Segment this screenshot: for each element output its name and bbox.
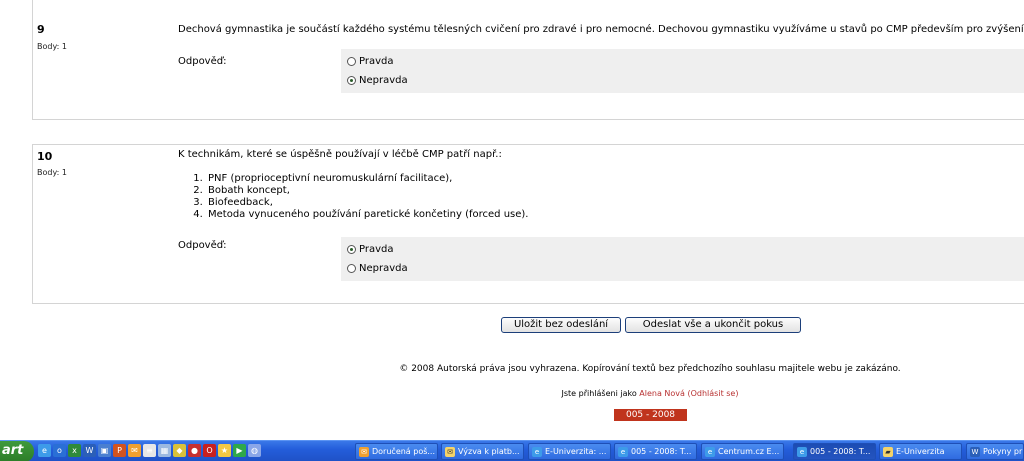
taskbar-button[interactable]: e E-Univerzita: ... (528, 443, 611, 460)
list-item: Biofeedback, (206, 197, 528, 209)
option-nepravda[interactable]: Nepravda (347, 73, 408, 87)
shield-icon[interactable]: ◆ (173, 444, 186, 457)
notes-icon[interactable]: ≡ (143, 444, 156, 457)
window-icon[interactable]: ▣ (98, 444, 111, 457)
play-icon[interactable]: ▶ (233, 444, 246, 457)
excel-icon[interactable]: x (68, 444, 81, 457)
task-label: 005 - 2008: T... (631, 447, 692, 456)
question-points: Body: 1 (37, 42, 67, 51)
option-nepravda[interactable]: Nepravda (347, 261, 408, 275)
task-label: Centrum.cz E... (718, 447, 780, 456)
radio-button[interactable] (347, 263, 356, 273)
option-label: Nepravda (359, 262, 408, 274)
radio-button-checked[interactable] (347, 75, 356, 85)
ie-icon[interactable]: e (38, 444, 51, 457)
option-pravda[interactable]: Pravda (347, 54, 394, 68)
taskbar-button[interactable]: ✉ Výzva k platb... (441, 443, 524, 460)
taskbar-button[interactable]: W Pokyny pr (966, 443, 1024, 460)
task-label: E-Univerzita: ... (545, 447, 607, 456)
login-info: Jste přihlášeni jako Alena Nová (Odhlási… (0, 389, 1024, 398)
option-label: Nepravda (359, 74, 408, 86)
option-pravda[interactable]: Pravda (347, 242, 394, 256)
logout-paren-close: ) (735, 389, 739, 398)
question-number: 10 (37, 150, 53, 163)
radio-button-checked[interactable] (347, 244, 356, 254)
question-points: Body: 1 (37, 168, 67, 177)
question-text: K technikám, které se úspěšně používají … (178, 149, 502, 160)
user-link[interactable]: Alena Nová (639, 389, 685, 398)
taskbar-button[interactable]: ✉ Doručená poš... (355, 443, 438, 460)
windows-taskbar: art e o x W ▣ P ✉ ≡ ▦ ◆ ● O ★ ▶ ◍ ✉ Doručená poš... ✉ … (0, 440, 1024, 461)
answer-options: Pravda Nepravda (341, 237, 1024, 281)
list-item: PNF (proprioceptivní neuromuskulární fac… (206, 173, 528, 185)
copyright-notice: © 2008 Autorská práva jsou vyhrazena. Ko… (399, 364, 901, 374)
record-icon[interactable]: ● (188, 444, 201, 457)
radio-button[interactable] (347, 56, 356, 66)
course-code-badge[interactable]: 005 - 2008 (614, 409, 687, 421)
folder-icon: ▰ (883, 446, 893, 457)
question-10: 10 Body: 1 K technikám, které se úspěšně… (32, 144, 1024, 304)
question-number: 9 (37, 23, 45, 36)
ie-icon: e (618, 446, 628, 457)
ie-icon: e (532, 446, 542, 457)
login-prefix: Jste přihlášeni jako (561, 389, 637, 398)
outlook-icon[interactable]: o (53, 444, 66, 457)
answer-label: Odpověď: (178, 56, 227, 67)
answer-options: Pravda Nepravda (341, 49, 1024, 93)
option-label: Pravda (359, 55, 394, 67)
ie-icon: e (705, 446, 715, 457)
word-icon: W (970, 446, 980, 457)
save-without-submit-button[interactable]: Uložit bez odeslání (501, 317, 621, 333)
task-label: Výzva k platb... (458, 447, 520, 456)
globe-icon[interactable]: ◍ (248, 444, 261, 457)
list-item: Bobath koncept, (206, 185, 528, 197)
task-label: Doručená poš... (372, 447, 436, 456)
taskbar-button-active[interactable]: e 005 - 2008: T... (793, 443, 876, 460)
taskbar-button[interactable]: e Centrum.cz E... (701, 443, 784, 460)
task-label: Pokyny pr (983, 447, 1023, 456)
mail-icon[interactable]: ✉ (128, 444, 141, 457)
word-icon[interactable]: W (83, 444, 96, 457)
option-label: Pravda (359, 243, 394, 255)
mail-icon: ✉ (359, 446, 369, 457)
list-item: Metoda vynuceného používání paretické ko… (206, 209, 528, 221)
quick-launch-bar: e o x W ▣ P ✉ ≡ ▦ ◆ ● O ★ ▶ ◍ (38, 444, 261, 459)
submit-all-button[interactable]: Odeslat vše a ukončit pokus (625, 317, 801, 333)
task-label: 005 - 2008: T... (810, 447, 871, 456)
calculator-icon[interactable]: ▦ (158, 444, 171, 457)
envelope-icon: ✉ (445, 446, 455, 457)
star-icon[interactable]: ★ (218, 444, 231, 457)
technique-list: PNF (proprioceptivní neuromuskulární fac… (178, 173, 528, 221)
logout-link[interactable]: Odhlásit se (691, 389, 736, 398)
powerpoint-icon[interactable]: P (113, 444, 126, 457)
task-label: E-Univerzita (896, 447, 945, 456)
opera-icon[interactable]: O (203, 444, 216, 457)
question-9: 9 Body: 1 Dechová gymnastika je součástí… (32, 0, 1024, 120)
quiz-page: 9 Body: 1 Dechová gymnastika je součástí… (0, 0, 1024, 440)
answer-label: Odpověď: (178, 240, 227, 251)
taskbar-button[interactable]: e 005 - 2008: T... (614, 443, 697, 460)
start-button[interactable]: art (0, 441, 34, 461)
question-text: Dechová gymnastika je součástí každého s… (178, 24, 1024, 35)
ie-icon: e (797, 446, 807, 457)
taskbar-button[interactable]: ▰ E-Univerzita (879, 443, 962, 460)
